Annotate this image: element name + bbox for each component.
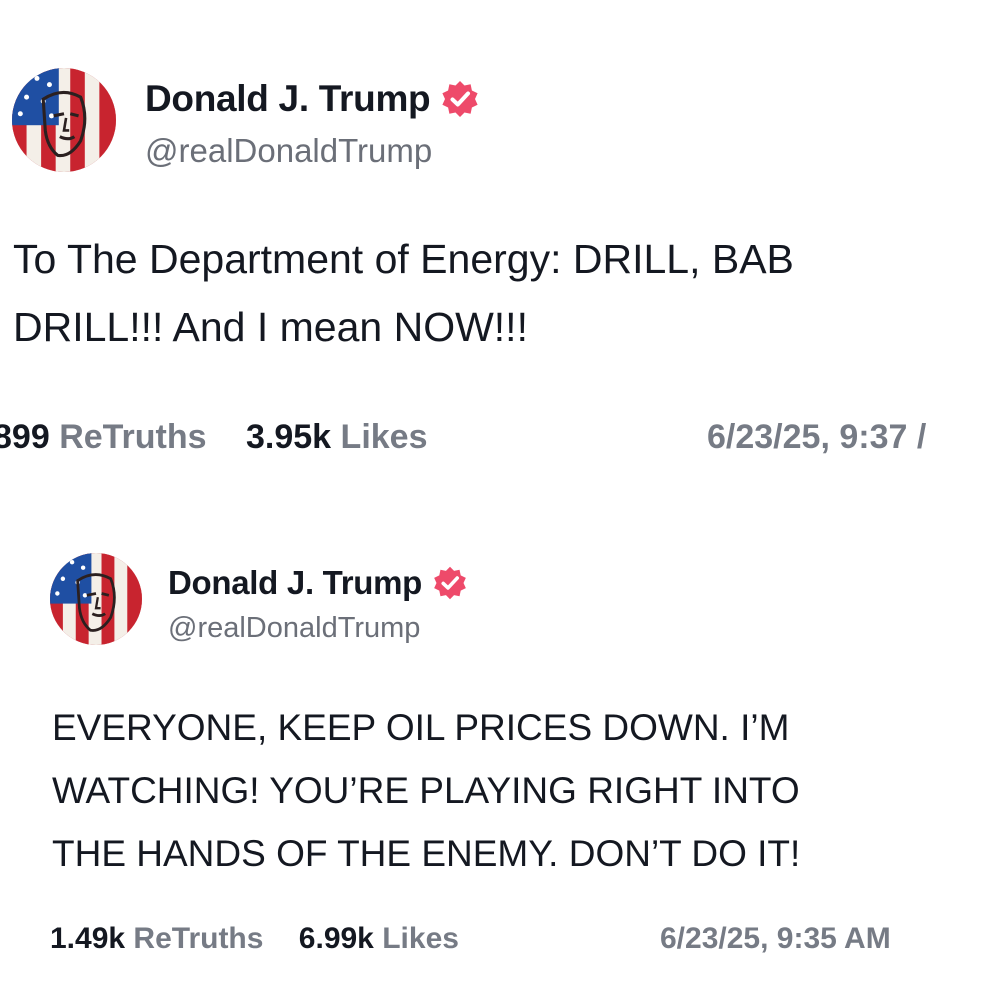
author-display-name[interactable]: Donald J. Trump — [145, 78, 431, 120]
retruths-count[interactable]: 899 ReTruths — [0, 418, 207, 457]
likes-number: 6.99k — [298, 922, 374, 955]
likes-count[interactable]: 6.99k Likes — [299, 922, 459, 956]
retruths-count[interactable]: 1.49k ReTruths — [50, 922, 263, 956]
likes-label: Likes — [382, 922, 459, 955]
post-stats: 899 ReTruths 3.95k Likes — [0, 418, 428, 457]
avatar[interactable] — [12, 68, 116, 172]
author-handle[interactable]: @realDonaldTrump — [145, 132, 432, 170]
retruths-number: 1.49k — [50, 922, 126, 955]
post-text-line: THE HANDS OF THE ENEMY. DON’T DO IT! — [52, 833, 801, 874]
post-text-line: EVERYONE, KEEP OIL PRICES DOWN. I’M — [52, 707, 790, 748]
author-name-row: Donald J. Trump — [145, 76, 480, 122]
author-display-name[interactable]: Donald J. Trump — [168, 564, 422, 602]
retruths-number: 899 — [0, 418, 50, 456]
post-timestamp[interactable]: 6/23/25, 9:35 AM — [660, 922, 891, 956]
post-text-line: To The Department of Energy: DRILL, BAB — [13, 236, 794, 282]
truth-post[interactable]: Donald J. Trump @realDonaldTrump To The … — [0, 0, 1000, 500]
truth-post[interactable]: Donald J. Trump @realDonaldTrump EVERYON… — [0, 500, 1000, 1000]
post-text-line: DRILL!!! And I mean NOW!!! — [13, 304, 528, 350]
author-name-row: Donald J. Trump — [168, 562, 468, 604]
avatar[interactable] — [50, 553, 142, 645]
post-stats: 1.49k ReTruths 6.99k Likes — [50, 922, 459, 956]
post-timestamp[interactable]: 6/23/25, 9:37 / — [707, 418, 926, 457]
post-body: To The Department of Energy: DRILL, BAB … — [13, 225, 794, 361]
likes-count[interactable]: 3.95k Likes — [246, 418, 428, 457]
retruths-label: ReTruths — [133, 922, 264, 955]
verified-badge-icon — [440, 79, 480, 119]
verified-badge-icon — [432, 565, 468, 601]
post-body: EVERYONE, KEEP OIL PRICES DOWN. I’M WATC… — [52, 696, 800, 885]
post-text-line: WATCHING! YOU’RE PLAYING RIGHT INTO — [52, 770, 800, 811]
author-handle[interactable]: @realDonaldTrump — [168, 612, 420, 645]
likes-number: 3.95k — [246, 418, 332, 456]
flag-portrait-avatar-icon — [50, 553, 142, 645]
retruths-label: ReTruths — [59, 418, 207, 456]
likes-label: Likes — [340, 418, 428, 456]
flag-portrait-avatar-icon — [12, 68, 116, 172]
